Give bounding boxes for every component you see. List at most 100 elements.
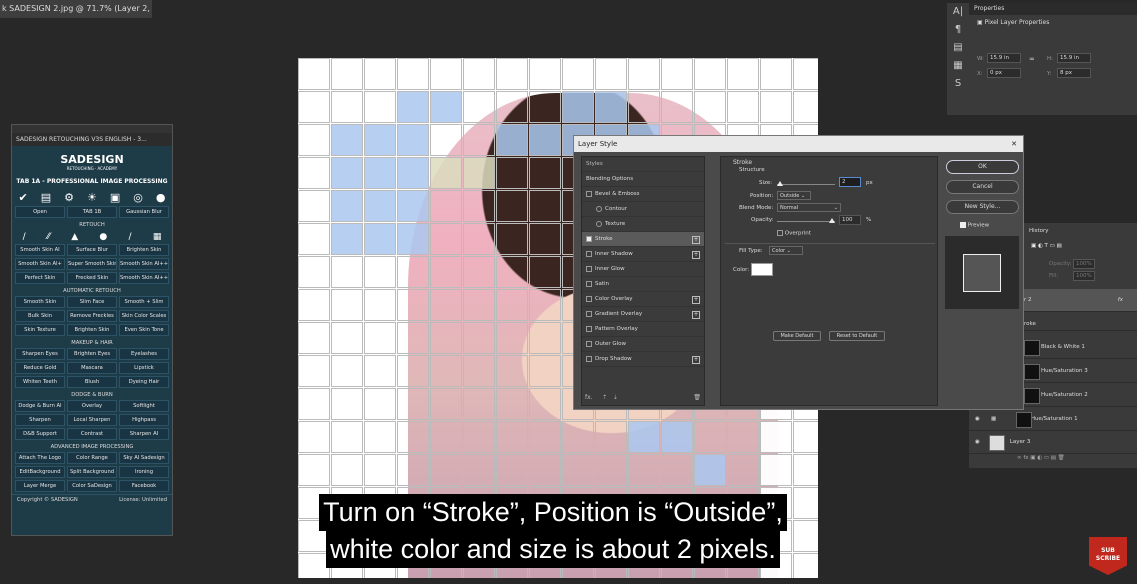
plugin-button[interactable]: Brighten Eyes: [67, 348, 117, 360]
brush-icon[interactable]: ∕: [23, 232, 26, 242]
check-icon[interactable]: ✔: [19, 191, 28, 204]
reset-default-button[interactable]: Reset to Default: [829, 331, 885, 341]
character-icon[interactable]: A|: [947, 3, 969, 21]
plugin-button[interactable]: Ironing: [119, 466, 169, 478]
plugin-button[interactable]: Split Background: [67, 466, 117, 478]
make-default-button[interactable]: Make Default: [773, 331, 821, 341]
blend-mode-select[interactable]: Normal ⌄: [777, 203, 841, 212]
brushes-icon[interactable]: ⁄⁄: [47, 232, 50, 242]
opacity-slider-thumb[interactable]: [829, 218, 835, 223]
document-tab[interactable]: k SADESIGN 2.jpg @ 71.7% (Layer 2, RGB/8…: [0, 0, 152, 18]
style-item[interactable]: Blending Options: [582, 172, 704, 187]
plugin-button[interactable]: Color SaDesign: [67, 480, 117, 492]
style-checkbox[interactable]: [586, 325, 592, 332]
x-field[interactable]: 0 px: [987, 68, 1021, 78]
plugin-button[interactable]: Reduce Gold: [15, 362, 65, 374]
plugin-button[interactable]: Attach The Logo: [15, 452, 65, 464]
panel-drag-bar[interactable]: [12, 125, 172, 133]
user-icon[interactable]: ●: [156, 191, 166, 204]
sadesign-icon[interactable]: S: [947, 75, 969, 93]
style-item[interactable]: Contour: [582, 202, 704, 217]
y-field[interactable]: 8 px: [1057, 68, 1091, 78]
style-item[interactable]: Bevel & Emboss: [582, 187, 704, 202]
plugin-button[interactable]: Perfect Skin: [15, 272, 65, 284]
add-icon[interactable]: +: [692, 296, 700, 304]
plugin-button[interactable]: Smooth + Slim: [119, 296, 169, 308]
style-item[interactable]: Stroke +: [582, 232, 704, 247]
style-checkbox[interactable]: [586, 295, 592, 302]
plugin-button[interactable]: Dyeing Hair: [119, 376, 169, 388]
opacity-input[interactable]: 100: [839, 215, 861, 225]
plugin-button[interactable]: Smooth Skin AI+: [15, 258, 65, 270]
plugin-button[interactable]: Super Smooth Skin: [67, 258, 117, 270]
plugin-button[interactable]: Bulk Skin: [15, 310, 65, 322]
plugin-button[interactable]: Overlay: [67, 400, 117, 412]
add-icon[interactable]: +: [692, 356, 700, 364]
plugin-button[interactable]: Mascara: [67, 362, 117, 374]
plugin-button[interactable]: TAB 1B: [67, 206, 117, 218]
style-item[interactable]: Drop Shadow +: [582, 352, 704, 367]
style-item[interactable]: Inner Glow: [582, 262, 704, 277]
style-checkbox[interactable]: [586, 235, 592, 242]
overprint-checkbox[interactable]: Overprint: [777, 230, 811, 237]
gear-icon[interactable]: ⚙: [64, 191, 74, 204]
plugin-button[interactable]: Smooth Skin AI++: [119, 258, 169, 270]
size-input[interactable]: 2: [839, 177, 861, 187]
save-icon[interactable]: ▣: [110, 191, 120, 204]
plugin-button[interactable]: D&B Support: [15, 428, 65, 440]
move-down-icon[interactable]: ⇣: [613, 394, 618, 401]
style-item[interactable]: Color Overlay +: [582, 292, 704, 307]
plugin-button[interactable]: Open: [15, 206, 65, 218]
style-checkbox[interactable]: [586, 355, 592, 362]
style-checkbox[interactable]: [586, 310, 592, 317]
fill-field[interactable]: 100%: [1073, 271, 1095, 281]
plugin-button[interactable]: Even Skin Tone: [119, 324, 169, 336]
layer-row-layer-3[interactable]: ◉ Layer 3: [969, 431, 1137, 454]
plugin-button[interactable]: Smooth Skin AI+++: [119, 272, 169, 284]
plugin-button[interactable]: Sharpen: [15, 414, 65, 426]
close-icon[interactable]: ✕: [1011, 136, 1017, 152]
cancel-button[interactable]: Cancel: [946, 180, 1019, 194]
plugin-button[interactable]: Smooth Skin: [15, 296, 65, 308]
add-icon[interactable]: +: [692, 251, 700, 259]
visibility-eye-icon[interactable]: ◉: [969, 416, 980, 422]
style-item[interactable]: Inner Shadow +: [582, 247, 704, 262]
plugin-button[interactable]: Smooth Skin AI: [15, 244, 65, 256]
opacity-field[interactable]: 100%: [1073, 259, 1095, 269]
sun-icon[interactable]: ☀: [87, 191, 97, 204]
size-slider[interactable]: [777, 181, 835, 186]
layer-row-hue1[interactable]: ◉ ▦ Hue/Saturation 1: [969, 408, 1137, 431]
plugin-button[interactable]: Skin Color Scales: [119, 310, 169, 322]
ok-button[interactable]: OK: [946, 160, 1019, 174]
fill-type-select[interactable]: Color ⌄: [769, 246, 803, 255]
plugin-button[interactable]: Dodge & Burn AI: [15, 400, 65, 412]
style-item[interactable]: Texture: [582, 217, 704, 232]
style-checkbox[interactable]: [596, 220, 602, 227]
link-icon[interactable]: ∞: [1029, 55, 1035, 63]
new-style-button[interactable]: New Style...: [946, 200, 1019, 214]
plugin-button[interactable]: Highpass: [119, 414, 169, 426]
layer-filter-icons[interactable]: ▣ ◐ T ▭ ▤: [1031, 243, 1062, 249]
plugin-button[interactable]: Eyelashes: [119, 348, 169, 360]
plugin-button[interactable]: Brighten Skin: [67, 324, 117, 336]
plugin-button[interactable]: Sharpen AI: [119, 428, 169, 440]
opacity-slider[interactable]: [777, 218, 835, 223]
dropper-icon[interactable]: ●: [99, 232, 107, 242]
circles-icon[interactable]: ◎: [133, 191, 143, 204]
plugin-button[interactable]: Skin Texture: [15, 324, 65, 336]
fx-menu-icon[interactable]: fx.: [585, 394, 593, 401]
move-up-icon[interactable]: ⇡: [602, 394, 607, 401]
stamp-icon[interactable]: ▲: [71, 232, 78, 242]
style-checkbox[interactable]: [586, 265, 592, 272]
position-select[interactable]: Outside ⌄: [777, 191, 811, 200]
plugin-button[interactable]: Lipstick: [119, 362, 169, 374]
plugin-button[interactable]: Local Sharpen: [67, 414, 117, 426]
plugin-button[interactable]: EditBackground: [15, 466, 65, 478]
plugin-button[interactable]: Brighten Skin: [119, 244, 169, 256]
fx-icon[interactable]: fx: [1118, 289, 1123, 312]
plugin-button[interactable]: Layer Merge: [15, 480, 65, 492]
style-item[interactable]: Pattern Overlay: [582, 322, 704, 337]
size-slider-thumb[interactable]: [777, 181, 783, 186]
plugin-button[interactable]: Facebook: [119, 480, 169, 492]
plugin-button[interactable]: Slim Face: [67, 296, 117, 308]
